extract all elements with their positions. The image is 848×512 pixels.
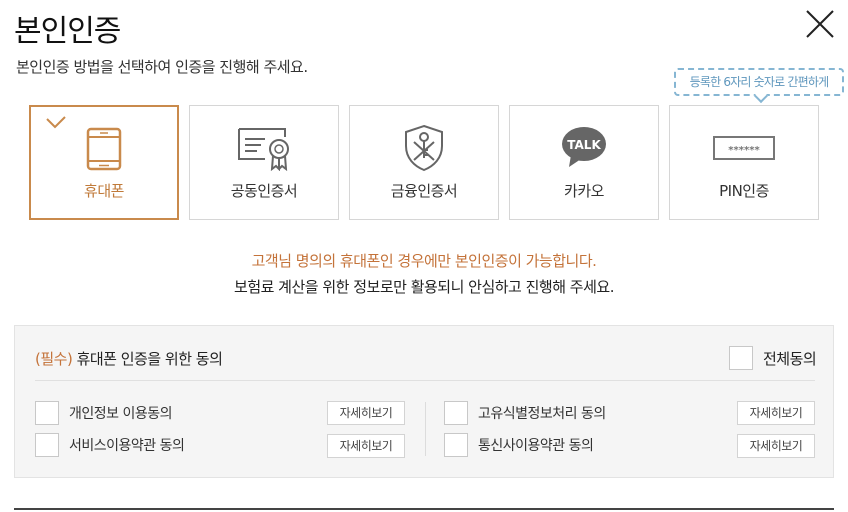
agreement-title-text: 휴대폰 인증을 위한 동의 (72, 350, 223, 368)
pin-tooltip: 등록한 6자리 숫자로 간편하게 (674, 68, 844, 96)
agreement-panel: (필수) 휴대폰 인증을 위한 동의 전체동의 개인정보 이용동의 자세히보기 … (14, 325, 834, 478)
notice-privacy: 보험료 계산을 위한 정보로만 활용되니 안심하고 진행해 주세요. (234, 278, 614, 296)
agree-checkbox[interactable] (35, 401, 59, 425)
method-label: 카카오 (564, 182, 604, 200)
detail-button-service-terms[interactable]: 자세히보기 (327, 434, 405, 458)
agree-item-service-terms[interactable]: 서비스이용약관 동의 (35, 433, 185, 457)
kakao-talk-icon: TALK (510, 124, 658, 172)
pin-input-icon: ****** (670, 124, 818, 172)
method-label: PIN인증 (719, 182, 769, 200)
agree-checkbox[interactable] (444, 433, 468, 457)
notice-owner-only: 고객님 명의의 휴대폰인 경우에만 본인인증이 가능합니다. (251, 252, 597, 270)
method-label: 금융인증서 (390, 182, 458, 200)
agreement-title: (필수) 휴대폰 인증을 위한 동의 (35, 348, 223, 369)
close-icon (806, 10, 834, 38)
method-joint-certificate[interactable]: 공동인증서 (189, 105, 339, 220)
method-label: 휴대폰 (84, 182, 124, 200)
method-kakao[interactable]: TALK 카카오 (509, 105, 659, 220)
agree-item-label: 서비스이용약관 동의 (69, 438, 185, 454)
method-label: 공동인증서 (230, 182, 298, 200)
agree-checkbox[interactable] (444, 401, 468, 425)
all-agree-label: 전체동의 (763, 349, 817, 368)
certificate-icon (190, 124, 338, 172)
all-agree-control[interactable]: 전체동의 (729, 346, 817, 370)
pin-icon-text: ****** (728, 145, 760, 156)
talk-icon-text: TALK (567, 138, 601, 152)
method-mobile-phone[interactable]: 휴대폰 (29, 105, 179, 220)
column-divider (425, 402, 426, 456)
page-title: 본인인증 (14, 14, 121, 49)
method-financial-certificate[interactable]: 금융인증서 (349, 105, 499, 220)
agree-item-label: 통신사이용약관 동의 (478, 438, 594, 454)
method-pin[interactable]: ****** PIN인증 (669, 105, 819, 220)
financial-certificate-icon (350, 124, 498, 172)
bottom-divider (14, 508, 834, 510)
page-subtitle: 본인인증 방법을 선택하여 인증을 진행해 주세요. (16, 58, 308, 76)
all-agree-checkbox[interactable] (729, 346, 753, 370)
required-tag: (필수) (35, 350, 73, 368)
divider (35, 380, 815, 381)
detail-button-unique-id[interactable]: 자세히보기 (737, 401, 815, 425)
mobile-phone-icon (31, 125, 177, 173)
agree-checkbox[interactable] (35, 433, 59, 457)
agree-item-unique-id[interactable]: 고유식별정보처리 동의 (444, 401, 606, 425)
agree-item-label: 고유식별정보처리 동의 (478, 406, 606, 422)
agree-item-personal-info[interactable]: 개인정보 이용동의 (35, 401, 173, 425)
close-button[interactable] (800, 6, 840, 46)
agree-item-label: 개인정보 이용동의 (69, 406, 173, 422)
agree-item-carrier-terms[interactable]: 통신사이용약관 동의 (444, 433, 594, 457)
detail-button-personal-info[interactable]: 자세히보기 (327, 401, 405, 425)
detail-button-carrier-terms[interactable]: 자세히보기 (737, 434, 815, 458)
